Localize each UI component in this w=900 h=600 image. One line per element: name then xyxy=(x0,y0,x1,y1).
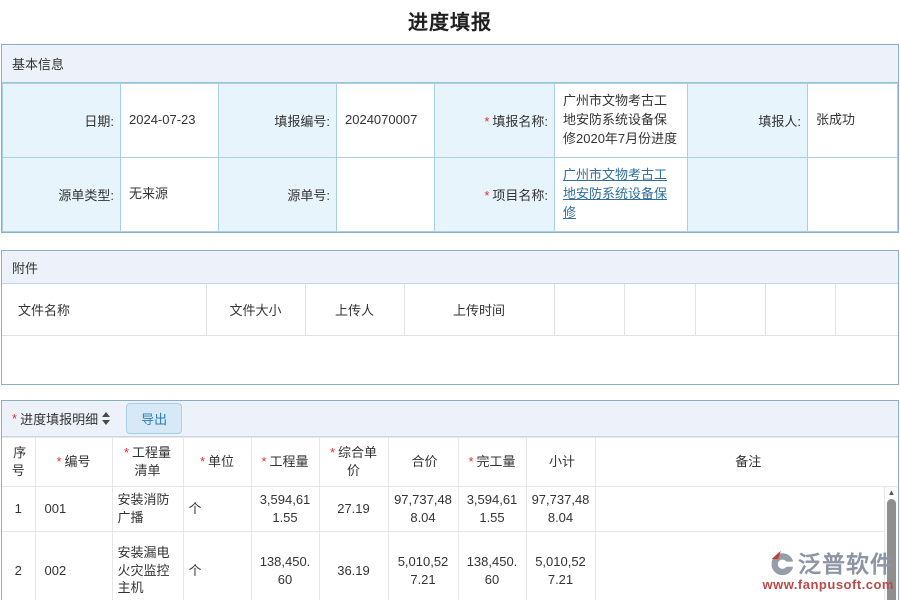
col-item: *工程量清单 xyxy=(112,438,183,487)
field-label-source-no: 源单号: xyxy=(219,158,337,232)
cell-unit-price: 27.19 xyxy=(319,487,388,532)
cell-subtotal: 5,010,527.21 xyxy=(526,532,595,600)
field-label-source-type: 源单类型: xyxy=(3,158,121,232)
col-completed: *完工量 xyxy=(458,438,526,487)
col-quantity: *工程量 xyxy=(251,438,319,487)
field-label-empty xyxy=(688,158,808,232)
field-value-source-type: 无来源 xyxy=(121,158,219,232)
field-label-date: 日期: xyxy=(3,84,121,158)
table-row[interactable]: 2 002 安装漏电火灾监控主机 个 138,450.60 36.19 5,01… xyxy=(2,532,898,600)
cell-quantity: 138,450.60 xyxy=(251,532,319,600)
cell-completed: 138,450.60 xyxy=(458,532,526,600)
attach-col-empty xyxy=(695,284,765,336)
attach-col-uploader: 上传人 xyxy=(305,284,404,336)
attach-col-empty xyxy=(554,284,624,336)
attachments-header-row: 文件名称 文件大小 上传人 上传时间 xyxy=(2,284,898,336)
sort-spinner-icon[interactable] xyxy=(102,412,110,425)
cell-item: 安装消防广播 xyxy=(112,487,183,532)
attach-col-empty xyxy=(624,284,695,336)
cell-quantity: 3,594,611.55 xyxy=(251,487,319,532)
field-value-report-name: 广州市文物考古工地安防系统设备保修2020年7月份进度 xyxy=(555,84,688,158)
field-value-date: 2024-07-23 xyxy=(121,84,219,158)
cell-amount: 97,737,488.04 xyxy=(388,487,458,532)
field-value-reporter: 张成功 xyxy=(808,84,898,158)
field-label-report-no: 填报编号: xyxy=(219,84,337,158)
col-unit-price: *综合单价 xyxy=(319,438,388,487)
details-header-row: 序号 *编号 *工程量清单 *单位 *工程量 *综合单价 合价 *完工量 小计 … xyxy=(2,438,898,487)
col-seq: 序号 xyxy=(2,438,35,487)
details-title: 进度填报明细 xyxy=(20,409,98,428)
cell-remark xyxy=(595,532,898,600)
col-unit: *单位 xyxy=(183,438,251,487)
attachments-header: 附件 xyxy=(2,251,898,284)
cell-completed: 3,594,611.55 xyxy=(458,487,526,532)
col-amount: 合价 xyxy=(388,438,458,487)
scroll-up-icon[interactable]: ▲ xyxy=(885,487,898,498)
cell-seq: 1 xyxy=(2,487,35,532)
attachments-section: 附件 文件名称 文件大小 上传人 上传时间 xyxy=(1,250,899,385)
field-label-project-name: *项目名称: xyxy=(435,158,555,232)
table-row[interactable]: 1 001 安装消防广播 个 3,594,611.55 27.19 97,737… xyxy=(2,487,898,532)
field-label-report-name: *填报名称: xyxy=(435,84,555,158)
col-remark: 备注 xyxy=(595,438,898,487)
basic-info-section: 基本信息 日期: 2024-07-23 填报编号: 2024070007 *填报… xyxy=(1,44,899,233)
page-title: 进度填报 xyxy=(0,0,900,35)
cell-unit: 个 xyxy=(183,487,251,532)
attach-col-empty xyxy=(765,284,835,336)
cell-code: 001 xyxy=(35,487,112,532)
cell-item: 安装漏电火灾监控主机 xyxy=(112,532,183,600)
field-value-report-no: 2024070007 xyxy=(337,84,435,158)
field-value-source-no xyxy=(337,158,435,232)
basic-info-title: 基本信息 xyxy=(12,54,64,73)
cell-code: 002 xyxy=(35,532,112,600)
details-section: * 进度填报明细 导出 序号 *编号 *工程量清单 *单位 *工程量 *综合单价… xyxy=(1,400,899,600)
cell-subtotal: 97,737,488.04 xyxy=(526,487,595,532)
basic-info-row-1: 日期: 2024-07-23 填报编号: 2024070007 *填报名称: 广… xyxy=(3,84,898,158)
vertical-scrollbar[interactable]: ▲ xyxy=(884,487,898,600)
basic-info-row-2: 源单类型: 无来源 源单号: *项目名称: 广州市文物考古工地安防系统设备保修 xyxy=(3,158,898,232)
col-subtotal: 小计 xyxy=(526,438,595,487)
attachments-title: 附件 xyxy=(12,258,38,277)
cell-remark xyxy=(595,487,898,532)
cell-unit-price: 36.19 xyxy=(319,532,388,600)
col-code: *编号 xyxy=(35,438,112,487)
cell-seq: 2 xyxy=(2,532,35,600)
field-label-reporter: 填报人: xyxy=(688,84,808,158)
basic-info-header: 基本信息 xyxy=(2,45,898,83)
attach-col-filename: 文件名称 xyxy=(2,284,206,336)
basic-info-form: 日期: 2024-07-23 填报编号: 2024070007 *填报名称: 广… xyxy=(2,83,898,232)
details-table: 序号 *编号 *工程量清单 *单位 *工程量 *综合单价 合价 *完工量 小计 … xyxy=(2,437,898,600)
project-name-link[interactable]: 广州市文物考古工地安防系统设备保修 xyxy=(563,167,667,220)
field-value-empty xyxy=(808,158,898,232)
export-button[interactable]: 导出 xyxy=(126,403,182,434)
scrollbar-thumb[interactable] xyxy=(887,499,896,600)
cell-amount: 5,010,527.21 xyxy=(388,532,458,600)
attach-col-empty xyxy=(835,284,898,336)
details-header: * 进度填报明细 导出 xyxy=(2,401,898,437)
field-value-project-name: 广州市文物考古工地安防系统设备保修 xyxy=(555,158,688,232)
cell-unit: 个 xyxy=(183,532,251,600)
attach-col-uploadtime: 上传时间 xyxy=(404,284,554,336)
attach-col-filesize: 文件大小 xyxy=(206,284,305,336)
attachments-table: 文件名称 文件大小 上传人 上传时间 xyxy=(2,284,898,336)
